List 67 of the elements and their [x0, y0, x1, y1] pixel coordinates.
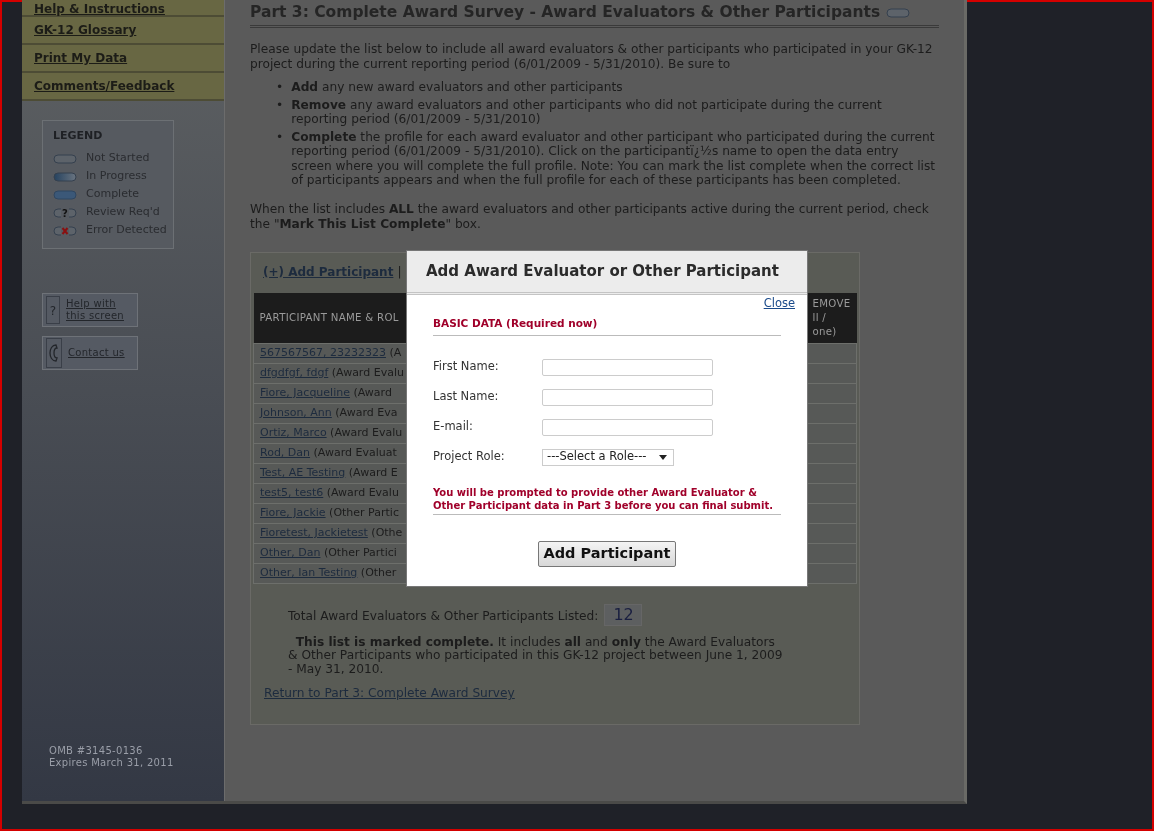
phone-icon [46, 337, 62, 368]
participant-link[interactable]: Fiore, Jackie [260, 505, 326, 519]
warning-note: You will be prompted to provide other Award Evaluator & Other Participant data in Part 3 before you can final submit. [433, 486, 781, 515]
dialog-title: Add Award Evaluator or Other Participant [407, 251, 807, 295]
bullet-text: Remove any award evaluators and other participants who did not participate during the current reporting period (6/01/2009 - 5/31/2010) [291, 97, 883, 127]
bullet-marker: • [276, 97, 284, 114]
instruction-text: When the list includes ALL the award evaluators and other participants active during the current period, check the "Mark This List Complete" box. [250, 201, 930, 232]
column-header: one) [812, 324, 837, 339]
participant-link[interactable]: Ortiz, Marco [260, 425, 327, 439]
field-label: E-mail: [433, 418, 474, 436]
sidebar-nav-item[interactable]: Help & Instructions [22, 0, 224, 17]
participant-link[interactable]: test5, test6 [260, 485, 324, 499]
participant-link[interactable]: Fiore, Jacqueline [260, 385, 350, 399]
return-link[interactable]: Return to Part 3: Complete Award Survey [264, 684, 515, 703]
role-text: (Other [359, 565, 397, 579]
sidebar-nav-item[interactable]: GK-12 Glossary [22, 17, 224, 45]
participant-link[interactable]: Test, AE Testing [260, 465, 346, 479]
add-participant-button[interactable]: Add Participant [538, 541, 676, 567]
role-text: (Award Eva [334, 405, 398, 419]
role-text: (Other Partic [328, 505, 399, 519]
field-label: Project Role: [433, 448, 506, 466]
input-field[interactable] [542, 358, 713, 376]
role-text: (Award Evalu [330, 365, 404, 379]
bullet-marker: • [276, 129, 284, 146]
participant-link[interactable]: Johnson, Ann [260, 405, 332, 419]
field-label: First Name: [433, 358, 500, 376]
intro-text: Please update the list below to include all award evaluators & other participants who participated in your GK-12 project during the current reporting period (6/01/2009 - 5/31/2010). Be sure to [250, 42, 934, 73]
participant-link[interactable]: Rod, Dan [260, 445, 311, 459]
role-text: (Award [352, 385, 392, 399]
role-text: (Award E [347, 465, 398, 479]
total-label: Total Award Evaluators & Other Participants Listed: [288, 608, 599, 623]
participant-link[interactable]: 567567567, 23232323 [260, 345, 386, 359]
role-text: (Other Partici [322, 545, 397, 559]
role-text: (Othe [370, 525, 403, 539]
role-text: (Award Evalu [325, 485, 399, 499]
status-pill-icon [886, 7, 911, 18]
participant-link[interactable]: Fioretest, Jackietest [260, 525, 368, 539]
omb-text: OMB #3145-0136 [49, 745, 144, 757]
add-participant-link[interactable]: (+) Add Participant [263, 264, 394, 279]
role-text: (Award Evaluat [312, 445, 397, 459]
sidebar-nav-item[interactable]: Comments/Feedback [22, 73, 224, 101]
field-label: Last Name: [433, 388, 500, 406]
separator: | [397, 264, 402, 279]
complete-statement: This list is marked complete. It includes all and only the Award Evaluators & Other Participants who participated in this GK-12 project between June 1, 2009 - May 31, 2010. [288, 635, 784, 677]
column-header: PARTICIPANT NAME & ROL [259, 311, 399, 326]
participant-link[interactable]: Other, Ian Testing [260, 565, 358, 579]
input-field[interactable] [542, 388, 713, 406]
participant-link[interactable]: Other, Dan [260, 545, 321, 559]
total-field: 12 [604, 603, 643, 626]
column-header: ll / [812, 310, 827, 325]
bullet-text: Add any new award evaluators and other participants [291, 80, 623, 95]
omb-text: Expires March 31, 2011 [49, 757, 175, 769]
status-pill-icon: ? [53, 207, 77, 218]
bullet-text: Complete the profile for each award evaluator and other participant who participated during the current reporting period (6/01/2009 - 5/31/2010). Click on the participantï¿½s name to open the data entry screen where you will complete the full profile. Note: You can mark the list complete when the correct list of participants appears and when the full profile for each of these participants has been completed. [291, 129, 937, 188]
role-text: (A [388, 345, 402, 359]
input-field[interactable] [542, 418, 713, 436]
bullet-marker: • [276, 80, 284, 95]
close-link[interactable]: Close [763, 295, 795, 313]
sidebar-nav-item[interactable]: Print My Data [22, 45, 224, 73]
section-heading: BASIC DATA (Required now) [433, 312, 781, 336]
legend-title: LEGEND [53, 128, 104, 144]
role-dropdown[interactable]: ---Select a Role--- [542, 448, 674, 466]
participant-link[interactable]: dfgdfgf, fdgf [260, 365, 329, 379]
caret-icon [659, 454, 667, 460]
help-icon: ? [46, 295, 60, 324]
column-header: EMOVE [812, 296, 851, 311]
role-text: (Award Evalu [329, 425, 403, 439]
